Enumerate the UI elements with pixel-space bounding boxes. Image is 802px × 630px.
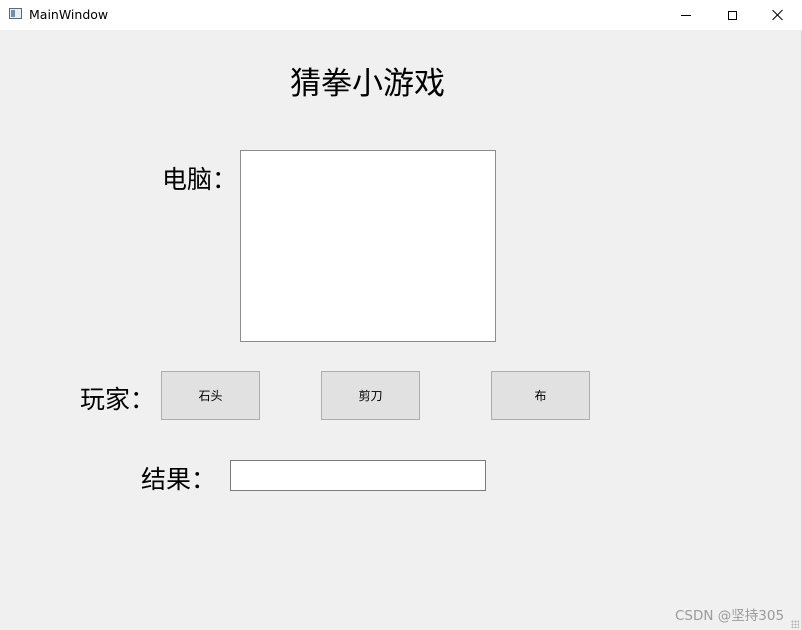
maximize-button[interactable] <box>709 0 755 30</box>
page-title: 猜拳小游戏 <box>290 66 445 102</box>
minimize-icon <box>681 14 691 16</box>
window-title: MainWindow <box>29 7 109 22</box>
resize-grip-icon[interactable] <box>791 620 799 628</box>
result-field[interactable] <box>230 460 486 491</box>
main-window: MainWindow 猜拳小游戏 电脑： 玩家： 石头 剪刀 布 结果： CSD… <box>0 0 802 630</box>
title-bar[interactable]: MainWindow <box>0 0 802 30</box>
minimize-button[interactable] <box>663 0 709 30</box>
computer-choice-display <box>240 150 496 342</box>
player-label: 玩家： <box>80 385 156 414</box>
watermark: CSDN @坚持305 <box>675 608 785 624</box>
close-icon <box>772 9 784 21</box>
paper-button[interactable]: 布 <box>491 371 590 420</box>
scissors-button[interactable]: 剪刀 <box>321 371 420 420</box>
result-label: 结果： <box>141 465 217 494</box>
app-window-icon <box>9 8 22 19</box>
rock-button[interactable]: 石头 <box>161 371 260 420</box>
maximize-icon <box>727 10 737 20</box>
close-button[interactable] <box>755 0 801 30</box>
computer-label: 电脑： <box>162 165 238 194</box>
